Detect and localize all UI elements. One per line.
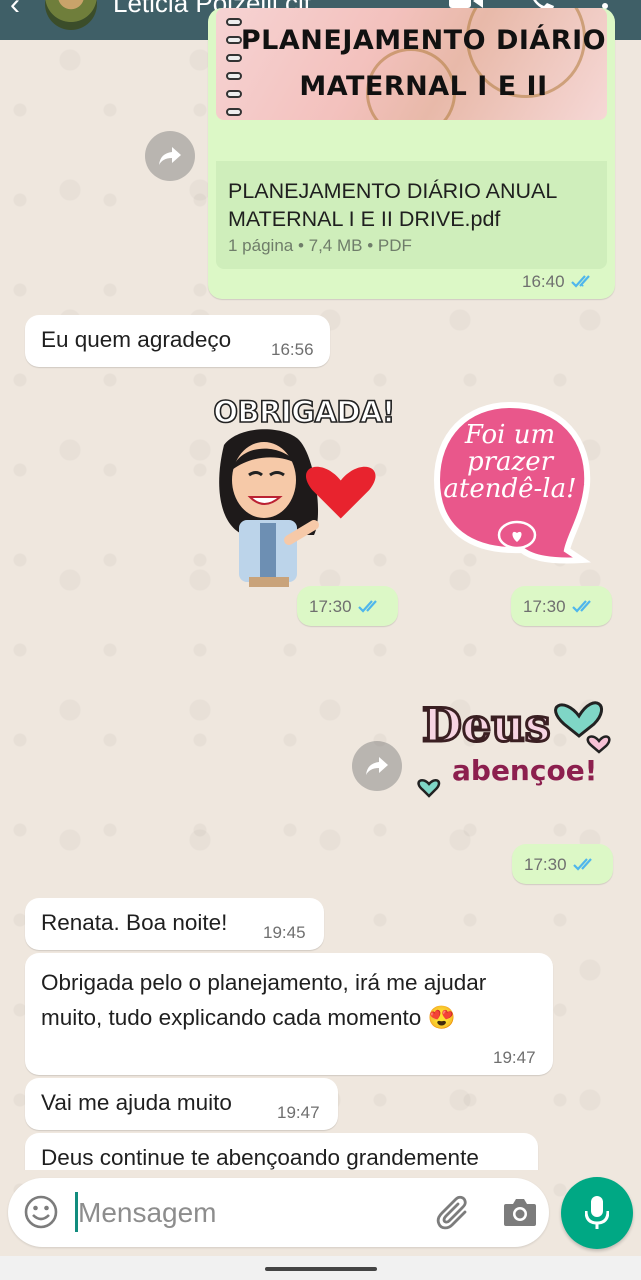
forward-icon [159, 147, 181, 165]
message-composer [8, 1178, 549, 1247]
attach-icon[interactable] [435, 1194, 473, 1232]
read-ticks-icon [571, 600, 591, 613]
incoming-message[interactable]: Deus continue te abençoando grandemente [25, 1133, 538, 1170]
message-time: 17:30 [309, 597, 384, 617]
incoming-message[interactable]: Renata. Boa noite! 19:45 [25, 898, 324, 950]
message-time: 17:30 [524, 855, 599, 875]
avatar[interactable] [45, 0, 97, 30]
message-text: Eu quem agradeço [41, 327, 232, 352]
system-navigation-bar [0, 1256, 641, 1280]
document-message[interactable]: PLANEJAMENTO DIÁRIO MATERNAL I E II PLAN… [208, 8, 615, 299]
incoming-message[interactable]: Vai me ajuda muito 19:47 [25, 1078, 338, 1130]
sticker-line: atendê-la! [443, 474, 577, 504]
forward-button[interactable] [145, 131, 195, 181]
forward-icon [366, 757, 388, 775]
document-details: 1 página • 7,4 MB • PDF [228, 236, 412, 255]
camera-icon[interactable] [503, 1196, 537, 1228]
time-text: 17:30 [309, 597, 352, 616]
incoming-message[interactable]: Eu quem agradeço 16:56 [25, 315, 330, 367]
message-time: 19:47 [277, 1103, 320, 1122]
message-time: 19:45 [263, 923, 306, 942]
message-input[interactable] [78, 1193, 408, 1233]
time-text: 17:30 [523, 597, 566, 616]
forward-button[interactable] [352, 741, 402, 791]
message-clip: Deus continue te abençoando grandemente [0, 1133, 641, 1170]
message-text: Renata. Boa noite! [41, 910, 228, 935]
document-file-name: PLANEJAMENTO DIÁRIO ANUAL MATERNAL I E I… [228, 177, 557, 233]
file-name-line2: MATERNAL I E II DRIVE.pdf [228, 207, 501, 231]
time-text: 17:30 [524, 855, 567, 874]
sticker-obrigada[interactable]: OBRIGADA! [204, 393, 404, 588]
message-time: 16:40 [522, 272, 597, 292]
message-time: 19:47 [493, 1048, 536, 1067]
message-line: Obrigada pelo o planejamento, irá me aju… [41, 970, 487, 995]
message-line: muito, tudo explicando cada momento 😍 [41, 1005, 456, 1030]
sticker-time-badge: 17:30 [297, 586, 398, 626]
sticker-text-line1: Deus [421, 697, 552, 754]
thumbnail-title-line2: MATERNAL I E II [299, 71, 548, 102]
incoming-message[interactable]: Obrigada pelo o planejamento, irá me aju… [25, 953, 553, 1075]
emoji-icon[interactable] [24, 1195, 58, 1229]
mic-icon [585, 1196, 609, 1229]
sticker-line: prazer [466, 447, 554, 477]
read-ticks-icon [357, 600, 377, 613]
sticker-foi-um-prazer[interactable]: Foi um prazer atendê-la! [432, 400, 592, 565]
sticker-text-line2: abençoe! [452, 754, 598, 787]
avatar-girl-with-heart-illustration [219, 429, 376, 587]
time-text: 16:40 [522, 272, 565, 291]
read-ticks-icon [572, 858, 592, 871]
voice-record-button[interactable] [561, 1177, 633, 1249]
sticker-text: OBRIGADA! [213, 394, 396, 430]
sticker-time-badge: 17:30 [511, 586, 612, 626]
message-time: 17:30 [523, 597, 598, 617]
sticker-line: Foi um [464, 420, 556, 450]
document-thumbnail[interactable]: PLANEJAMENTO DIÁRIO MATERNAL I E II [216, 8, 607, 120]
message-text: Vai me ajuda muito [41, 1090, 232, 1115]
document-info[interactable]: PLANEJAMENTO DIÁRIO ANUAL MATERNAL I E I… [216, 161, 607, 269]
back-arrow-icon[interactable]: ‹ [10, 0, 20, 22]
thumbnail-title-line1: PLANEJAMENTO DIÁRIO [240, 25, 607, 56]
sticker-time-badge: 17:30 [512, 844, 613, 884]
message-text: Obrigada pelo o planejamento, irá me aju… [41, 965, 486, 1035]
read-ticks-icon [570, 275, 590, 288]
file-name-line1: PLANEJAMENTO DIÁRIO ANUAL [228, 179, 558, 203]
notebook-spiral [226, 108, 242, 116]
sticker-text: Foi um prazer atendê-la! [432, 422, 588, 503]
message-text: Deus continue te abençoando grandemente [41, 1145, 479, 1170]
sticker-deus-abencoe[interactable]: Deus abençoe! [414, 686, 614, 804]
home-indicator[interactable] [265, 1267, 377, 1271]
message-time: 16:56 [271, 340, 314, 359]
